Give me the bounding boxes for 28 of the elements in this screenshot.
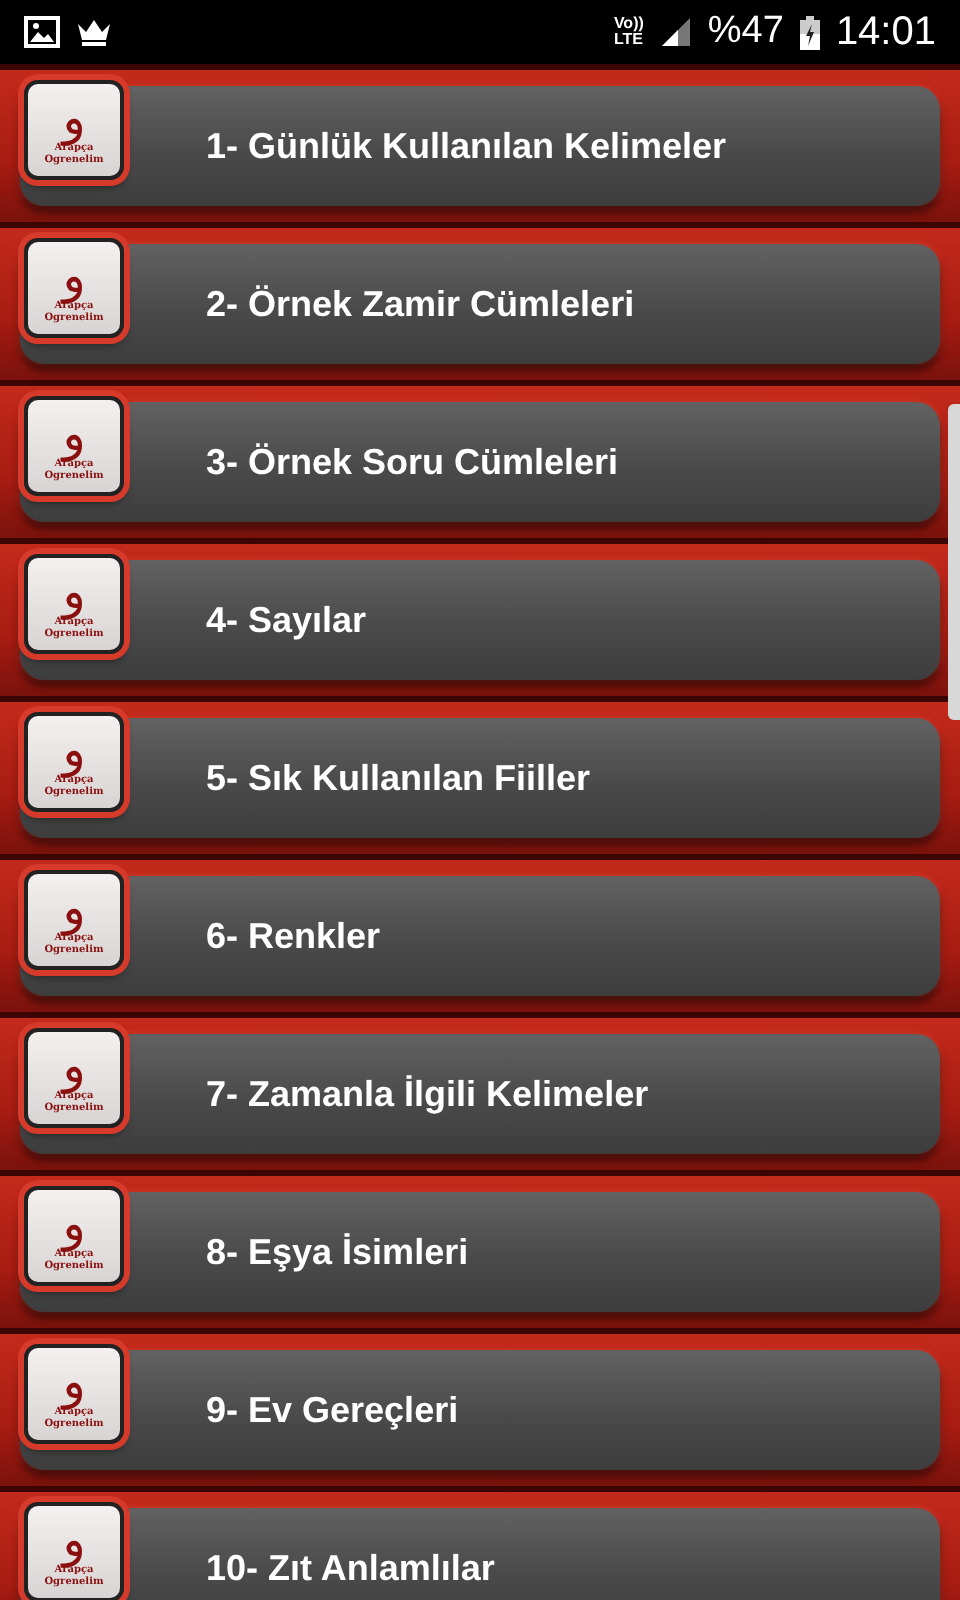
image-icon: [24, 16, 60, 48]
menu-item-label: 4- Sayılar: [206, 599, 367, 641]
arabic-letter: و: [62, 1200, 86, 1248]
arabic-letter: و: [62, 568, 86, 616]
clock-time: 14:01: [835, 9, 936, 55]
menu-item-label: 2- Örnek Zamir Cümleleri: [206, 283, 635, 325]
menu-item-label: 7- Zamanla İlgili Kelimeler: [206, 1073, 649, 1115]
arabic-letter: و: [62, 252, 86, 300]
arabic-letter: و: [62, 1042, 86, 1090]
menu-item-label: 10- Zıt Anlamlılar: [206, 1547, 495, 1589]
arabic-letter: و: [62, 726, 86, 774]
arabic-letter: و: [62, 884, 86, 932]
menu-item-label: 5- Sık Kullanılan Fiiller: [206, 757, 591, 799]
arabic-letter: و: [62, 1358, 86, 1406]
battery-icon: [799, 15, 820, 49]
lte-label: LTE: [613, 32, 644, 48]
menu-item-label: 6- Renkler: [206, 915, 381, 957]
arabic-letter: و: [62, 1516, 86, 1564]
crown-icon: [76, 16, 112, 48]
menu-item-label: 3- Örnek Soru Cümleleri: [206, 441, 619, 483]
battery-percent: %47: [707, 10, 784, 54]
signal-icon: [659, 16, 692, 48]
arabic-letter: و: [62, 410, 86, 458]
menu-item-label: 1- Günlük Kullanılan Kelimeler: [206, 125, 727, 167]
menu-item-label: 8- Eşya İsimleri: [206, 1231, 469, 1273]
arabic-letter: و: [62, 94, 86, 142]
volte-label: Vo)): [613, 16, 644, 32]
menu-item-label: 9- Ev Gereçleri: [206, 1389, 459, 1431]
